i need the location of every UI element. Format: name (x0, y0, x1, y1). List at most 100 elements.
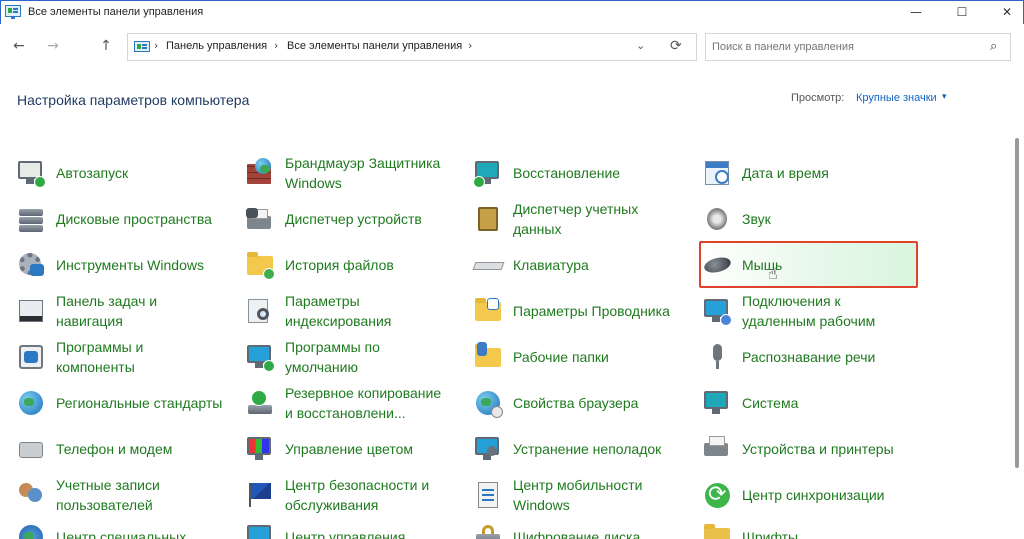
item-explorer-options[interactable]: Параметры Проводника (473, 288, 683, 334)
page-title: Настройка параметров компьютера (17, 92, 250, 108)
troubleshooting-icon (473, 434, 503, 464)
search-input[interactable] (712, 39, 982, 55)
item-label: Рабочие папки (513, 349, 609, 365)
item-region[interactable]: Региональные стандарты (16, 380, 226, 426)
breadcrumb-control-panel[interactable]: Панель управления (166, 40, 267, 52)
explorer-options-icon (473, 296, 503, 326)
backup-icon (245, 388, 275, 418)
phone-modem-icon (16, 434, 46, 464)
item-taskbar[interactable]: Панель задач и навигация (16, 288, 226, 334)
item-bitlocker[interactable]: Шифрование диска (473, 514, 683, 539)
item-firewall[interactable]: Брандмауэр Защитника Windows (245, 150, 455, 196)
item-label: Система (742, 395, 799, 411)
printer-icon (702, 434, 732, 464)
back-arrow-icon[interactable]: ← (8, 36, 30, 56)
device-manager-icon (245, 204, 275, 234)
scrollbar[interactable] (1015, 138, 1019, 468)
breadcrumb-separator[interactable]: › (274, 39, 278, 52)
title-bar: Все элементы панели управления — ☐ ✕ (0, 0, 1024, 24)
microphone-icon (702, 342, 732, 372)
item-troubleshooting[interactable]: Устранение неполадок (473, 426, 683, 472)
mouse-icon (702, 250, 733, 280)
window-title: Все элементы панели управления (28, 6, 204, 18)
item-storage-spaces[interactable]: Дисковые пространства (16, 196, 226, 242)
item-internet-options[interactable]: Свойства браузера (473, 380, 683, 426)
item-color-management[interactable]: Управление цветом (245, 426, 455, 472)
item-date-time[interactable]: Дата и время (702, 150, 912, 196)
item-security-center[interactable]: Центр безопасности и обслуживания (245, 472, 455, 518)
item-label: Учетные записи пользователей (56, 477, 160, 513)
item-label: Свойства браузера (513, 395, 639, 411)
minimize-button[interactable]: — (894, 1, 938, 23)
item-label: Диспетчер учетных данных (513, 201, 639, 237)
item-label: Центр специальных (56, 529, 187, 539)
up-arrow-icon[interactable]: ↑ (95, 36, 117, 56)
breadcrumb-all-items[interactable]: Все элементы панели управления (287, 40, 462, 52)
item-label: Восстановление (513, 165, 621, 181)
item-file-history[interactable]: История файлов (245, 242, 455, 288)
item-label: Распознавание речи (742, 349, 876, 365)
item-label: Центр мобильности Windows (513, 477, 643, 513)
item-label: Подключения к удаленным рабочим (742, 293, 876, 329)
item-label: Центр синхронизации (742, 487, 885, 503)
item-label: Резервное копирование и восстановлени... (285, 385, 442, 421)
item-phone-modem[interactable]: Телефон и модем (16, 426, 226, 472)
item-system[interactable]: Система (702, 380, 912, 426)
item-label: Автозапуск (56, 165, 129, 181)
hand-cursor-icon: ☝ (768, 264, 778, 283)
chevron-down-icon[interactable]: ▾ (942, 92, 947, 102)
control-panel-icon (5, 5, 21, 19)
item-windows-tools[interactable]: Инструменты Windows (16, 242, 226, 288)
file-history-icon (245, 250, 275, 280)
item-label: Программы по умолчанию (285, 339, 380, 375)
item-default-programs[interactable]: Программы по умолчанию (245, 334, 455, 380)
view-by-label: Просмотр: (791, 92, 845, 104)
item-backup[interactable]: Резервное копирование и восстановлени... (245, 380, 455, 426)
item-device-manager[interactable]: Диспетчер устройств (245, 196, 455, 242)
item-work-folders[interactable]: Рабочие папки (473, 334, 683, 380)
item-programs[interactable]: Программы и компоненты (16, 334, 226, 380)
keyboard-icon (472, 250, 505, 280)
item-user-accounts[interactable]: Учетные записи пользователей (16, 472, 226, 518)
item-label: Шрифты (742, 529, 799, 539)
credential-manager-icon (473, 204, 503, 234)
work-folders-icon (473, 342, 503, 372)
management-icon (245, 522, 275, 539)
item-recovery[interactable]: Восстановление (473, 150, 683, 196)
item-mobility-center[interactable]: Центр мобильности Windows (473, 472, 683, 518)
item-keyboard[interactable]: Клавиатура (472, 242, 683, 288)
remote-desktop-icon (702, 296, 732, 326)
taskbar-icon (16, 296, 46, 326)
item-indexing[interactable]: Параметры индексирования (245, 288, 455, 334)
item-mouse[interactable]: Мышь (702, 242, 912, 288)
item-fonts[interactable]: Шрифты (702, 514, 912, 539)
item-ease-of-access[interactable]: Центр специальных (16, 514, 226, 539)
address-bar[interactable]: › Панель управления › Все элементы панел… (127, 33, 697, 61)
forward-arrow-icon[interactable]: → (42, 36, 64, 56)
item-autoplay[interactable]: Автозапуск (16, 150, 226, 196)
maximize-button[interactable]: ☐ (940, 1, 984, 23)
item-management[interactable]: Центр управления (245, 514, 455, 539)
close-button[interactable]: ✕ (985, 1, 1024, 23)
region-icon (16, 388, 46, 418)
view-by-dropdown[interactable]: Крупные значки (856, 92, 937, 104)
item-sync-center[interactable]: Центр синхронизации (702, 472, 912, 518)
chevron-down-icon[interactable]: ⌄ (636, 39, 645, 52)
user-accounts-icon (16, 480, 46, 510)
breadcrumb-separator[interactable]: › (468, 39, 472, 52)
recovery-icon (473, 158, 503, 188)
item-label: Звук (742, 211, 771, 227)
item-label: Дата и время (742, 165, 829, 181)
search-box[interactable]: ⌕ (705, 33, 1011, 61)
item-devices-printers[interactable]: Устройства и принтеры (702, 426, 912, 472)
item-speech-recognition[interactable]: Распознавание речи (702, 334, 912, 380)
item-label: Центр безопасности и обслуживания (285, 477, 430, 513)
item-label: Устранение неполадок (513, 441, 662, 457)
item-sound[interactable]: Звук (702, 196, 912, 242)
refresh-icon[interactable]: ⟳ (670, 38, 682, 54)
item-credential-manager[interactable]: Диспетчер учетных данных (473, 196, 683, 242)
item-label: Устройства и принтеры (742, 441, 894, 457)
item-remote-desktop[interactable]: Подключения к удаленным рабочим (702, 288, 912, 334)
flag-icon (245, 480, 275, 510)
search-icon[interactable]: ⌕ (990, 39, 997, 54)
